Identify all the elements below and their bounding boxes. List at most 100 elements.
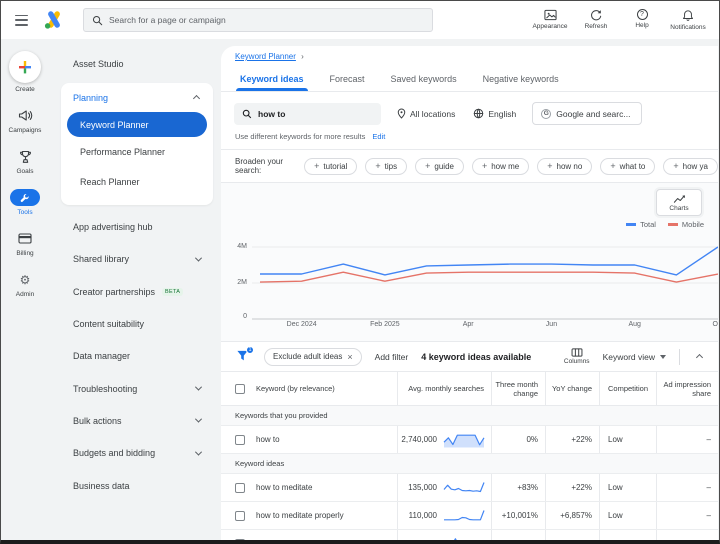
global-search-input[interactable] [109,15,389,25]
competition-value: Low [599,426,656,453]
competition-value: Low [599,530,656,540]
sparkline-chart [444,509,485,520]
sidebar-item-content-suitability[interactable]: Content suitability [49,308,221,340]
location-selector[interactable]: All locations [397,108,455,119]
three-month-change-value: +22% [491,530,545,540]
total-legend-swatch [626,223,637,226]
refresh-button[interactable]: Refresh [573,9,619,31]
top-bar: Appearance Refresh ? Help Notifications [1,1,719,39]
appearance-button[interactable]: Appearance [527,9,573,31]
yoy-change-value: +6,857% [545,502,599,529]
search-icon [92,15,103,25]
charts-button[interactable]: Charts [656,189,702,216]
sidebar-item-app-advertising-hub[interactable]: App advertising hub [49,211,221,243]
header-yoy-change[interactable]: YoY change [545,372,599,405]
header-competition[interactable]: Competition [599,372,656,405]
sidebar-item-keyword-planner[interactable]: Keyword Planner [67,112,207,137]
global-search[interactable] [83,8,433,32]
broaden-chip-guide[interactable]: + guide [415,157,464,175]
language-selector[interactable]: English [473,108,516,119]
tab-keyword-ideas[interactable]: Keyword ideas [227,67,317,91]
close-icon[interactable]: × [347,352,352,362]
sidebar-item-budgets-and-bidding[interactable]: Budgets and bidding [49,437,221,469]
header-three-month-change[interactable]: Three month change [491,372,545,405]
rail-item-tools[interactable]: Tools [1,189,49,216]
sidebar-item-business-data[interactable]: Business data [49,469,221,501]
yoy-change-value: +22% [545,474,599,501]
network-value: Google and searc... [556,108,631,119]
sidebar-item-asset-studio[interactable]: Asset Studio [49,39,221,69]
searches-value: 2,740,000 [401,435,437,444]
broaden-chip-how-no[interactable]: + how no [537,157,593,175]
notifications-button[interactable]: Notifications [665,9,711,31]
rail-item-admin[interactable]: ⚙ Admin [1,271,49,299]
chevron-down-icon [194,383,203,391]
yoy-change-value: +27% [545,530,599,540]
tab-negative-keywords[interactable]: Negative keywords [470,67,572,91]
broaden-search-row: Broaden your search: + tutorial + tips + gu… [221,150,718,183]
x-axis-tick: Oct [712,321,718,328]
sidebar-item-shared-library[interactable]: Shared library [49,243,221,275]
network-selector[interactable]: G Google and searc... [532,102,643,125]
header-keyword[interactable]: Keyword (by relevance) [256,384,335,393]
top-actions: Appearance Refresh ? Help Notifications [527,9,719,31]
broaden-chip-tips[interactable]: + tips [365,157,408,175]
legend-mobile[interactable]: Mobile [667,220,704,229]
broaden-chip-what-to[interactable]: + what to [600,157,656,175]
add-filter-button[interactable]: Add filter [375,352,409,362]
total-legend-label: Total [640,220,656,229]
rail-item-billing[interactable]: Billing [1,230,49,257]
plus-icon: + [481,161,488,171]
rail-item-goals[interactable]: Goals [1,148,49,175]
sidebar-item-performance-planner[interactable]: Performance Planner [61,137,213,167]
sidebar-item-bulk-actions[interactable]: Bulk actions [49,405,221,437]
tab-forecast[interactable]: Forecast [317,67,378,91]
broaden-chip-tutorial[interactable]: + tutorial [304,157,358,175]
table-row: how to make slime 33,100 +22% +27% Low – [221,530,718,540]
keyword-search-input[interactable]: how to [234,102,381,125]
menu-icon[interactable] [15,14,28,26]
rail-label-create: Create [15,86,35,93]
search-icon [242,109,252,118]
header-ad-impression-share[interactable]: Ad impression share [656,372,718,405]
sidebar-item-creator-partnerships[interactable]: Creator partnerships BETA [49,276,221,308]
row-checkbox[interactable] [235,538,245,540]
row-checkbox[interactable] [235,510,245,521]
keyword-hint: Use different keywords for more results … [235,132,718,141]
sidebar-item-reach-planner[interactable]: Reach Planner [61,167,213,197]
y-axis-tick: 4M [237,243,247,250]
table-row: how to meditate 135,000 +83% +22% Low – [221,474,718,502]
rail-item-create[interactable]: Create [1,51,49,93]
notifications-label: Notifications [670,24,706,31]
select-all-checkbox[interactable] [235,383,245,394]
app-window: Appearance Refresh ? Help Notifications [0,0,720,544]
language-value: English [488,108,517,119]
planning-card: Planning Keyword Planner Performance Pla… [61,83,213,205]
ad-impression-share-value: – [656,426,718,453]
collapse-table-button[interactable] [693,350,706,364]
filter-chip-exclude-adult-ideas[interactable]: Exclude adult ideas × [264,347,362,366]
broaden-chip-how-me[interactable]: + how me [471,157,530,175]
row-checkbox[interactable] [235,434,245,445]
google-ads-logo[interactable] [43,10,65,30]
help-button[interactable]: ? Help [619,9,665,31]
sidebar-item-troubleshooting[interactable]: Troubleshooting [49,372,221,404]
tab-saved-keywords[interactable]: Saved keywords [378,67,470,91]
location-value: All locations [410,108,456,119]
row-checkbox[interactable] [235,482,245,493]
keyword-view-dropdown[interactable]: Keyword view [603,352,666,362]
legend-total[interactable]: Total [626,220,656,229]
sparkline-chart [443,434,485,447]
sidebar-item-data-manager[interactable]: Data manager [49,340,221,372]
broaden-chip-how-ya[interactable]: + how ya [663,157,718,175]
plus-icon: + [673,161,679,171]
nav-rail: Create Campaigns Goals Tools Billing ⚙ A… [1,39,49,540]
plus-icon: + [610,161,616,171]
location-icon [397,108,406,119]
breadcrumb-link[interactable]: Keyword Planner [235,52,296,61]
rail-item-campaigns[interactable]: Campaigns [1,107,49,134]
header-avg-monthly-searches[interactable]: Avg. monthly searches [397,372,491,405]
edit-link[interactable]: Edit [372,132,385,141]
sidebar-group-planning[interactable]: Planning [61,83,213,103]
columns-button[interactable]: Columns [564,348,590,365]
